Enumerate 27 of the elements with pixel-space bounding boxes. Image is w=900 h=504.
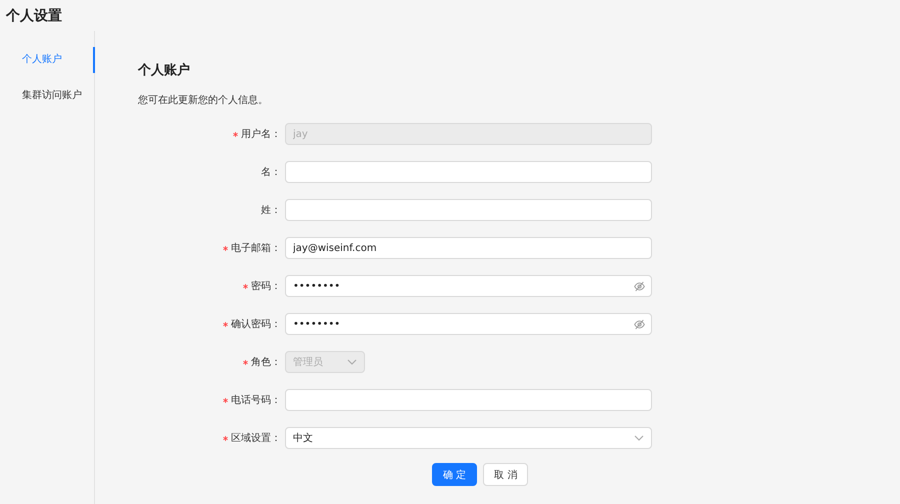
field-label: 名：: [261, 166, 281, 179]
sidebar-item[interactable]: 集群访问账户: [0, 83, 94, 109]
sidebar-item[interactable]: 个人账户: [0, 47, 95, 73]
confirm-button[interactable]: 确 定: [432, 463, 478, 486]
cancel-button[interactable]: 取 消: [483, 463, 528, 486]
field-label: 用户名：: [241, 128, 281, 141]
chevron-down-icon: [634, 435, 644, 441]
password-field[interactable]: ••••••••: [285, 313, 652, 335]
description-text: 您可在此更新您的个人信息。: [138, 94, 269, 107]
chevron-down-icon: [347, 359, 357, 365]
input-field[interactable]: [285, 161, 652, 183]
eye-off-icon[interactable]: [634, 280, 645, 292]
field-label: 区域设置：: [231, 432, 281, 445]
field-label: 确认密码：: [231, 318, 281, 331]
eye-off-icon[interactable]: [634, 318, 645, 330]
input-field[interactable]: jay@wiseinf.com: [285, 237, 652, 259]
input-field[interactable]: [285, 389, 652, 411]
field-label: 角色：: [251, 356, 281, 369]
password-field[interactable]: ••••••••: [285, 275, 652, 297]
field-label: 电子邮箱：: [231, 242, 281, 255]
field-label: 密码：: [251, 280, 281, 293]
field-label: 姓：: [261, 204, 281, 217]
page-title: 个人设置: [4, 7, 63, 26]
section-heading: 个人账户: [138, 62, 191, 79]
input-field[interactable]: [285, 199, 652, 221]
field-label: 电话号码：: [231, 394, 281, 407]
select-field[interactable]: 中文: [285, 427, 652, 449]
